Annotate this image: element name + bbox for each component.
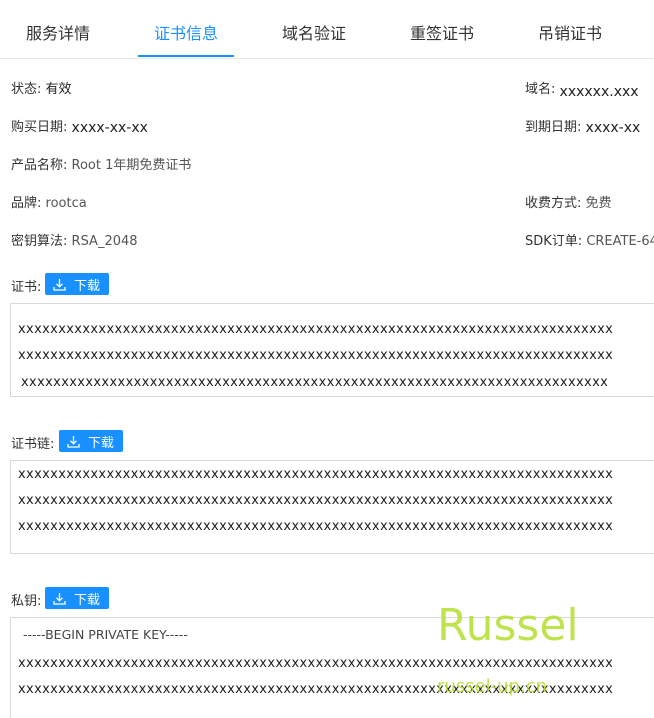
product-name-label: 产品名称: bbox=[11, 158, 68, 173]
watermark-url: russel-up.cn bbox=[437, 676, 547, 697]
purchase-date-row: 购买日期: xxxx-xx-xx bbox=[11, 116, 148, 136]
certificate-download-label: 下载 bbox=[74, 278, 101, 294]
certificate-line: xxxxxxxxxxxxxxxxxxxxxxxxxxxxxxxxxxxxxxxx… bbox=[18, 348, 614, 363]
private-key-header: -----BEGIN PRIVATE KEY----- bbox=[23, 627, 188, 642]
domain-label: 域名: bbox=[525, 82, 556, 97]
active-tab-indicator bbox=[138, 55, 234, 57]
chain-label: 证书链: bbox=[11, 437, 55, 452]
chain-line: xxxxxxxxxxxxxxxxxxxxxxxxxxxxxxxxxxxxxxxx… bbox=[18, 467, 614, 482]
chain-download-button[interactable]: 下载 bbox=[59, 430, 124, 452]
tab-revoke-certificate[interactable]: 吊销证书 bbox=[538, 20, 602, 44]
expire-date-row: 到期日期: xxxx-xx bbox=[525, 116, 641, 136]
brand-row: 品牌: rootca bbox=[11, 192, 87, 211]
chain-textarea[interactable]: xxxxxxxxxxxxxxxxxxxxxxxxxxxxxxxxxxxxxxxx… bbox=[10, 460, 654, 554]
private-key-label: 私钥: bbox=[11, 594, 42, 609]
fee-label: 收费方式: bbox=[525, 196, 582, 211]
algorithm-row: 密钥算法: RSA_2048 bbox=[11, 230, 138, 249]
tab-domain-verification[interactable]: 域名验证 bbox=[282, 20, 346, 44]
tab-certificate-info[interactable]: 证书信息 bbox=[154, 20, 218, 44]
domain-row: 域名: xxxxxx.xxx bbox=[525, 78, 639, 100]
tab-reissue-certificate[interactable]: 重签证书 bbox=[410, 20, 474, 44]
purchase-date-label: 购买日期: bbox=[11, 120, 68, 135]
expire-date-value: xxxx-xx bbox=[585, 120, 641, 136]
domain-value: xxxxxx.xxx bbox=[559, 84, 639, 100]
download-icon bbox=[67, 435, 80, 448]
certificate-download-button[interactable]: 下载 bbox=[45, 273, 110, 295]
fee-value: 免费 bbox=[585, 196, 612, 211]
tab-service-details[interactable]: 服务详情 bbox=[26, 20, 90, 44]
product-name-row: 产品名称: Root 1年期免费证书 bbox=[11, 154, 191, 173]
private-key-download-button[interactable]: 下载 bbox=[45, 587, 110, 609]
sdk-order-row: SDK订单: CREATE-64 bbox=[525, 230, 654, 249]
chain-download-label: 下载 bbox=[88, 435, 115, 451]
certificate-line: xxxxxxxxxxxxxxxxxxxxxxxxxxxxxxxxxxxxxxxx… bbox=[18, 322, 614, 337]
purchase-date-value: xxxx-xx-xx bbox=[71, 120, 148, 136]
algorithm-label: 密钥算法: bbox=[11, 234, 68, 249]
brand-value: rootca bbox=[45, 196, 87, 211]
private-key-download-label: 下载 bbox=[74, 592, 101, 608]
download-icon bbox=[53, 592, 66, 605]
product-name-value: Root 1年期免费证书 bbox=[71, 158, 192, 173]
chain-line: xxxxxxxxxxxxxxxxxxxxxxxxxxxxxxxxxxxxxxxx… bbox=[18, 493, 614, 508]
sdk-order-value: CREATE-64 bbox=[586, 234, 654, 249]
status-label: 状态: bbox=[11, 82, 42, 97]
algorithm-value: RSA_2048 bbox=[71, 234, 138, 249]
fee-row: 收费方式: 免费 bbox=[525, 192, 612, 211]
private-key-line: xxxxxxxxxxxxxxxxxxxxxxxxxxxxxxxxxxxxxxxx… bbox=[18, 656, 614, 671]
status-value: 有效 bbox=[45, 82, 72, 97]
tab-bar: 服务详情 证书信息 域名验证 重签证书 吊销证书 bbox=[0, 0, 654, 59]
expire-date-label: 到期日期: bbox=[525, 120, 582, 135]
certificate-line: xxxxxxxxxxxxxxxxxxxxxxxxxxxxxxxxxxxxxxxx… bbox=[21, 375, 609, 390]
certificate-textarea[interactable]: xxxxxxxxxxxxxxxxxxxxxxxxxxxxxxxxxxxxxxxx… bbox=[10, 303, 654, 397]
brand-label: 品牌: bbox=[11, 196, 42, 211]
chain-line: xxxxxxxxxxxxxxxxxxxxxxxxxxxxxxxxxxxxxxxx… bbox=[18, 519, 614, 534]
status-row: 状态: 有效 bbox=[11, 78, 72, 97]
download-icon bbox=[53, 278, 66, 291]
certificate-label: 证书: bbox=[11, 280, 42, 295]
watermark-title: Russel bbox=[437, 600, 579, 651]
sdk-order-label: SDK订单: bbox=[525, 234, 583, 249]
